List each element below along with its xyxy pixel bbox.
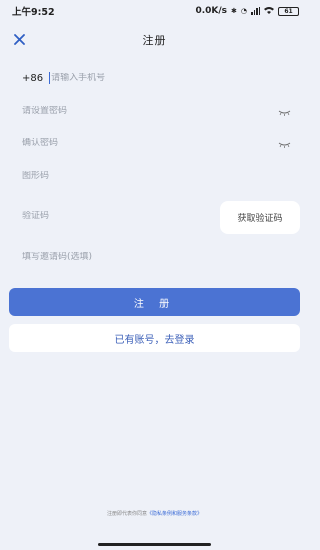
alarm-icon: ◔ — [240, 7, 247, 15]
agreement-link[interactable]: 《隐私条例和服务条款》 — [147, 511, 202, 517]
close-icon[interactable] — [13, 33, 25, 45]
page-title: 注册 — [142, 34, 167, 47]
network-speed: 0.0K/s — [195, 6, 228, 16]
invite-code-row — [22, 252, 202, 262]
password-input[interactable] — [22, 106, 202, 116]
invite-code-input[interactable] — [22, 252, 202, 262]
phone-input[interactable] — [51, 73, 232, 83]
phone-row: +86 — [22, 72, 232, 84]
verify-code-row — [22, 211, 172, 221]
status-time: 上午9:52 — [12, 7, 55, 18]
confirm-password-row — [22, 138, 202, 148]
status-bar: 上午9:52 0.0K/s ✱ ◔ 61 — [0, 0, 309, 22]
agreement-text: 注册即代表你同意 — [106, 511, 147, 517]
password-row — [22, 106, 292, 116]
captcha-input[interactable] — [22, 171, 202, 181]
status-indicators: 0.0K/s ✱ ◔ 61 — [195, 6, 299, 17]
confirm-password-input[interactable] — [22, 138, 202, 148]
close-button[interactable] — [10, 30, 28, 48]
register-button[interactable]: 注 册 — [9, 288, 300, 316]
battery-icon: 61 — [278, 6, 299, 16]
text-cursor — [49, 72, 51, 84]
get-code-button[interactable]: 获取验证码 — [220, 201, 300, 234]
bluetooth-icon: ✱ — [231, 7, 237, 15]
signal-icon — [251, 7, 260, 15]
agreement-notice: 注册即代表你同意《隐私条例和服务条款》 — [0, 510, 309, 517]
country-code[interactable]: +86 — [22, 73, 43, 84]
wifi-icon — [264, 6, 274, 17]
go-login-button[interactable]: 已有账号，去登录 — [9, 324, 300, 352]
eye-closed-icon[interactable] — [277, 141, 291, 149]
verify-code-input[interactable] — [22, 211, 172, 221]
home-indicator[interactable] — [98, 543, 211, 546]
captcha-row — [22, 171, 202, 181]
nav-bar: 注册 — [0, 24, 309, 56]
eye-closed-icon[interactable] — [277, 109, 291, 117]
